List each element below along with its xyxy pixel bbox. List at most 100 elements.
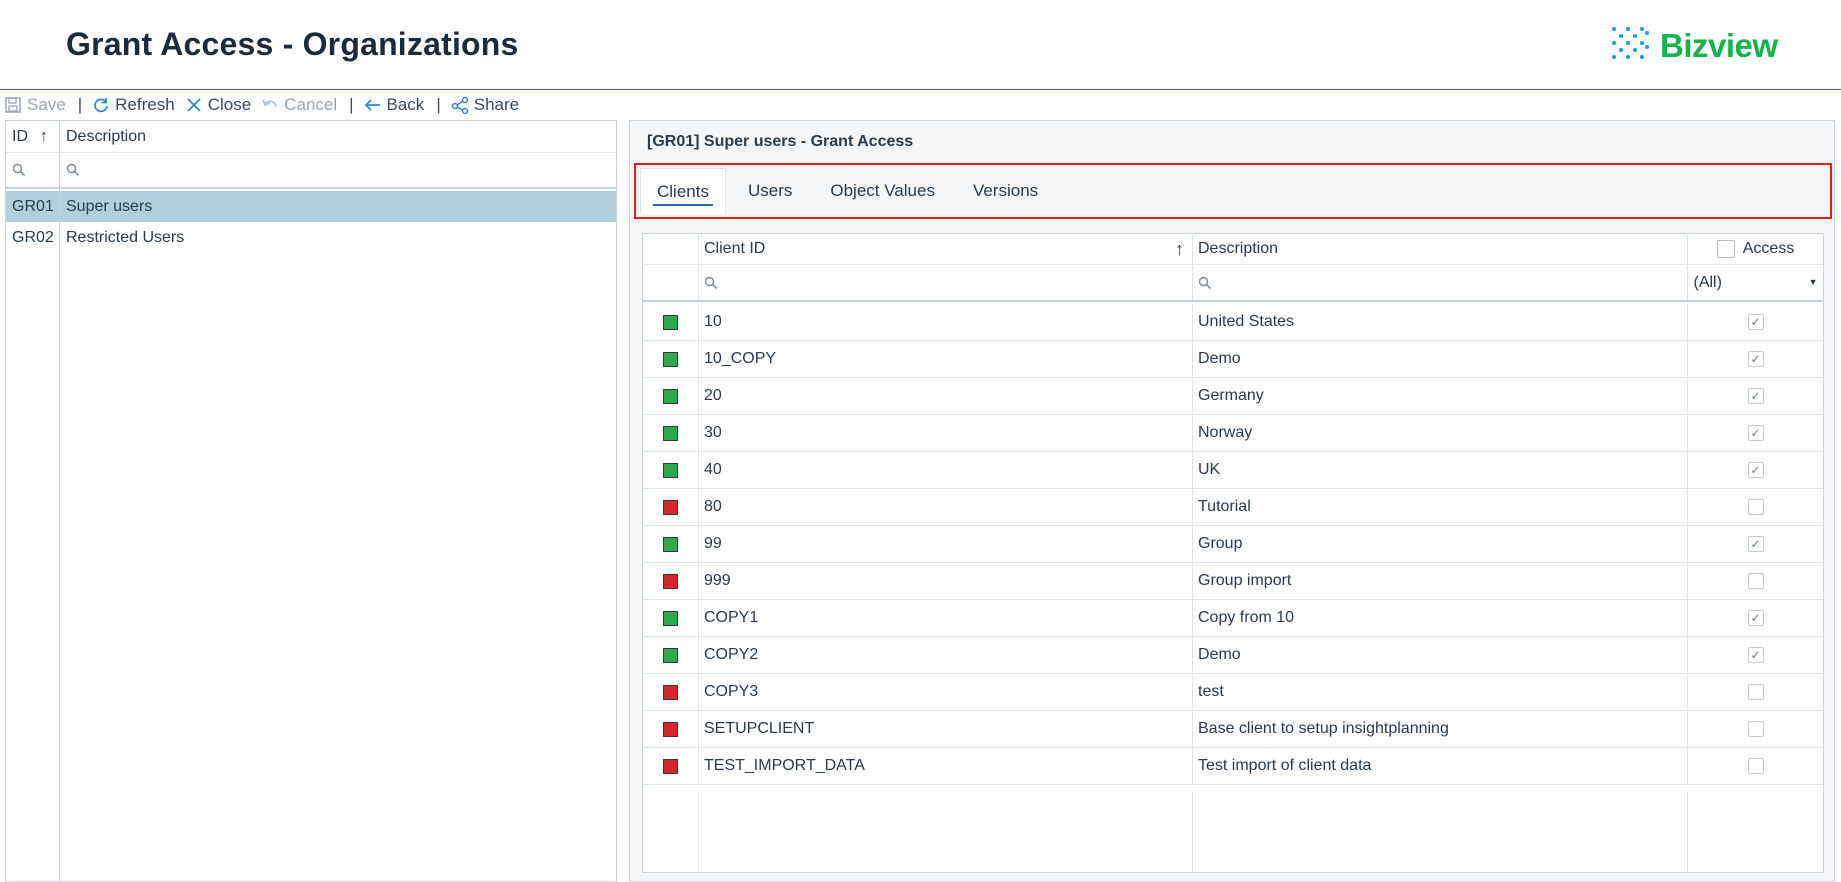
access-checkbox[interactable]: ✓ xyxy=(1747,388,1764,404)
filter-access-select[interactable]: (All) ▼ xyxy=(1688,265,1823,300)
access-checkbox[interactable]: ✓ xyxy=(1747,425,1764,441)
table-row[interactable]: COPY3 test xyxy=(643,674,1823,711)
column-header-description-label: Description xyxy=(66,127,147,145)
status-indicator-icon xyxy=(663,573,678,589)
chevron-down-icon: ▼ xyxy=(1808,276,1818,287)
tab-versions[interactable]: Versions xyxy=(957,168,1054,214)
refresh-label: Refresh xyxy=(115,95,175,114)
status-indicator-icon xyxy=(663,721,678,737)
page-header: Grant Access - Organizations Bizview xyxy=(0,0,1841,90)
tab-bar: Clients Users Object Values Versions xyxy=(634,163,1832,219)
tab-object-values[interactable]: Object Values xyxy=(814,168,951,214)
refresh-button[interactable]: Refresh xyxy=(92,95,175,115)
select-all-checkbox[interactable] xyxy=(1716,240,1735,258)
filter-description-input[interactable] xyxy=(1193,265,1688,300)
access-cell xyxy=(1688,748,1823,784)
table-row[interactable]: COPY1 Copy from 10 ✓ xyxy=(643,600,1823,637)
status-cell xyxy=(643,637,699,673)
access-checkbox[interactable] xyxy=(1747,684,1764,700)
table-row[interactable]: 99 Group ✓ xyxy=(643,526,1823,563)
column-header-client-id[interactable]: Client ID ↑ xyxy=(699,234,1193,264)
status-cell xyxy=(643,748,699,784)
logo-text: Bizview xyxy=(1660,27,1778,64)
access-checkbox[interactable]: ✓ xyxy=(1747,610,1764,626)
access-checkbox[interactable] xyxy=(1747,758,1764,774)
back-button[interactable]: Back xyxy=(364,95,424,115)
table-row[interactable]: 10_COPY Demo ✓ xyxy=(643,341,1823,378)
toolbar-separator: | xyxy=(349,95,354,114)
status-cell xyxy=(643,415,699,451)
access-checkbox[interactable]: ✓ xyxy=(1747,647,1764,663)
cell-description: UK xyxy=(1193,452,1688,488)
filter-id-input[interactable] xyxy=(6,153,60,187)
column-header-status xyxy=(643,234,699,264)
table-row[interactable]: 10 United States ✓ xyxy=(643,304,1823,341)
status-cell xyxy=(643,563,699,599)
table-row[interactable]: 30 Norway ✓ xyxy=(643,415,1823,452)
cell-description: Copy from 10 xyxy=(1193,600,1688,636)
table-row[interactable]: GR02 Restricted Users xyxy=(6,222,616,253)
detail-title: [GR01] Super users - Grant Access xyxy=(647,133,914,150)
access-cell xyxy=(1688,711,1823,747)
search-icon xyxy=(1198,276,1212,289)
table-row[interactable]: 20 Germany ✓ xyxy=(643,378,1823,415)
cell-description: Germany xyxy=(1193,378,1688,414)
sort-ascending-icon: ↑ xyxy=(1175,238,1184,259)
refresh-icon xyxy=(94,98,109,113)
status-cell xyxy=(643,526,699,562)
access-cell: ✓ xyxy=(1688,637,1823,673)
status-cell xyxy=(643,378,699,414)
table-row[interactable]: COPY2 Demo ✓ xyxy=(643,637,1823,674)
save-button[interactable]: Save xyxy=(4,95,66,115)
table-row[interactable]: SETUPCLIENT Base client to setup insightp… xyxy=(643,711,1823,748)
access-cell: ✓ xyxy=(1688,341,1823,377)
close-label: Close xyxy=(207,95,252,114)
organizations-grid: ID ↑ Description GR01 Super users GR02 R… xyxy=(5,120,617,882)
access-cell xyxy=(1688,563,1823,599)
cell-description: Demo xyxy=(1193,637,1688,673)
access-checkbox[interactable] xyxy=(1747,573,1764,589)
share-button[interactable]: Share xyxy=(451,95,519,115)
column-header-id[interactable]: ID ↑ xyxy=(6,121,60,152)
status-indicator-icon xyxy=(663,351,678,367)
column-header-description[interactable]: Description xyxy=(1193,234,1688,264)
cell-client-id: COPY1 xyxy=(699,600,1193,636)
access-checkbox[interactable]: ✓ xyxy=(1747,462,1764,478)
access-checkbox[interactable] xyxy=(1747,499,1764,515)
tab-users[interactable]: Users xyxy=(732,168,808,214)
table-row[interactable]: 40 UK ✓ xyxy=(643,452,1823,489)
toolbar-separator: | xyxy=(436,95,441,114)
access-checkbox[interactable]: ✓ xyxy=(1747,351,1764,367)
status-indicator-icon xyxy=(663,758,678,774)
column-header-description[interactable]: Description xyxy=(60,121,616,152)
access-checkbox[interactable]: ✓ xyxy=(1747,536,1764,552)
access-cell: ✓ xyxy=(1688,526,1823,562)
status-indicator-icon xyxy=(663,388,678,404)
filter-description-input[interactable] xyxy=(60,153,616,187)
access-checkbox[interactable]: ✓ xyxy=(1747,314,1764,330)
column-header-access-label: Access xyxy=(1742,240,1795,257)
table-row[interactable]: 80 Tutorial xyxy=(643,489,1823,526)
toolbar-separator: | xyxy=(77,95,83,114)
table-row[interactable]: TEST_IMPORT_DATA Test import of client da… xyxy=(643,748,1823,785)
cell-id: GR01 xyxy=(6,191,60,222)
tab-clients[interactable]: Clients xyxy=(640,168,726,214)
access-checkbox[interactable] xyxy=(1747,721,1764,737)
logo-dots-icon xyxy=(1612,27,1650,65)
filter-access-value: (All) xyxy=(1693,273,1722,291)
status-indicator-icon xyxy=(663,425,678,441)
table-row[interactable]: 999 Group import xyxy=(643,563,1823,600)
cancel-button[interactable]: Cancel xyxy=(261,95,337,115)
bizview-logo: Bizview xyxy=(1612,26,1778,66)
cell-client-id: 80 xyxy=(699,489,1193,525)
cell-description: Group xyxy=(1193,526,1688,562)
cell-client-id: 40 xyxy=(699,452,1193,488)
cell-client-id: SETUPCLIENT xyxy=(699,711,1193,747)
filter-client-id-input[interactable] xyxy=(699,265,1193,300)
cell-description: Norway xyxy=(1193,415,1688,451)
access-cell: ✓ xyxy=(1688,600,1823,636)
floppy-disk-icon xyxy=(5,97,21,113)
status-indicator-icon xyxy=(663,610,678,626)
table-row[interactable]: GR01 Super users xyxy=(6,191,616,222)
close-button[interactable]: Close xyxy=(185,95,251,115)
